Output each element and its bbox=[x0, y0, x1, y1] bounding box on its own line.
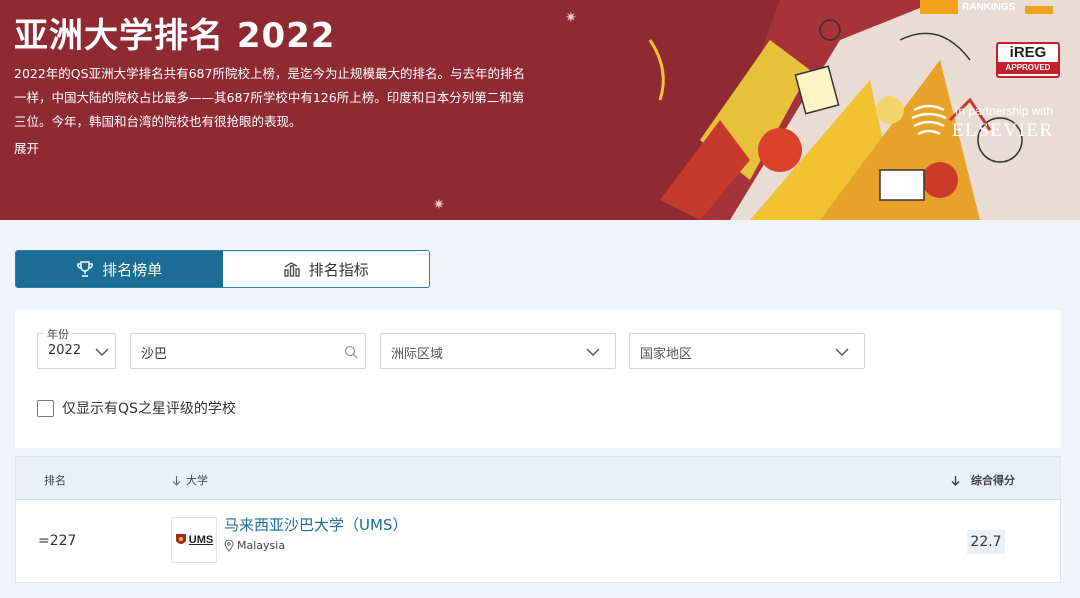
location-pin-icon bbox=[224, 539, 234, 552]
university-logo: UMS bbox=[171, 517, 217, 563]
region-select[interactable]: 洲际区域 bbox=[380, 333, 616, 369]
elsevier-tree-icon bbox=[911, 104, 947, 136]
tab-ranking-indicators[interactable]: 排名指标 bbox=[223, 251, 430, 287]
sort-arrow-icon bbox=[951, 475, 960, 486]
rank-value: =227 bbox=[38, 533, 77, 549]
trophy-icon bbox=[77, 261, 94, 277]
qs-rankings-badge: RANKINGS bbox=[920, 0, 1053, 16]
qs-stars-label: 仅显示有QS之星评级的学校 bbox=[62, 401, 236, 417]
country-select[interactable]: 国家地区 bbox=[629, 333, 865, 369]
table-row[interactable]: =227 UMS 马来西亚沙巴大学（UMS） Malaysia 22.7 bbox=[16, 501, 1060, 583]
filter-panel: 年份 2022 沙巴 洲际区域 国家地区 仅显示有QS之星评级的学校 bbox=[15, 310, 1061, 448]
crest-icon bbox=[175, 534, 186, 544]
partner-text: In partnership with bbox=[955, 104, 1054, 118]
year-legend: 年份 bbox=[44, 326, 72, 342]
tab-label: 排名指标 bbox=[308, 260, 369, 279]
qs-stars-filter: 仅显示有QS之星评级的学校 bbox=[37, 398, 236, 418]
bar-chart-icon bbox=[284, 262, 300, 277]
search-input[interactable]: 沙巴 bbox=[130, 333, 366, 369]
chevron-down-icon bbox=[835, 348, 849, 356]
sparkle-icon: ✷ bbox=[565, 10, 577, 26]
page-title: 亚洲大学排名 2022 bbox=[14, 16, 336, 56]
university-location: Malaysia bbox=[224, 539, 285, 552]
university-name-link[interactable]: 马来西亚沙巴大学（UMS） bbox=[224, 514, 407, 535]
search-icon bbox=[344, 345, 358, 359]
chevron-down-icon bbox=[95, 348, 109, 356]
hero-banner: 亚洲大学排名 2022 2022年的QS亚洲大学排名共有687所院校上榜，是迄今… bbox=[0, 0, 1080, 220]
university-column-header[interactable]: 大学 bbox=[171, 472, 208, 488]
overall-score: 22.7 bbox=[967, 530, 1005, 554]
view-tabs: 排名榜单 排名指标 bbox=[15, 250, 430, 288]
score-column-header[interactable]: 综合得分 bbox=[950, 472, 1015, 488]
year-value: 2022 bbox=[48, 343, 82, 358]
region-placeholder: 洲际区域 bbox=[391, 347, 444, 362]
chevron-down-icon bbox=[586, 348, 600, 356]
ireg-approved-badge: iREG APPROVED bbox=[996, 42, 1060, 78]
sort-arrow-icon bbox=[172, 475, 181, 486]
tab-ranking-list[interactable]: 排名榜单 bbox=[16, 251, 223, 287]
qs-stars-checkbox[interactable] bbox=[37, 399, 54, 417]
ranking-table: 排名 大学 综合得分 =227 UMS 马来西亚沙巴大学（UMS） Malays… bbox=[15, 456, 1061, 583]
table-header: 排名 大学 综合得分 bbox=[16, 457, 1060, 500]
country-placeholder: 国家地区 bbox=[640, 347, 693, 362]
hero-description: 2022年的QS亚洲大学排名共有687所院校上榜，是迄今为止规模最大的排名。与去… bbox=[14, 66, 525, 129]
tab-label: 排名榜单 bbox=[102, 260, 163, 279]
year-select[interactable]: 年份 2022 bbox=[37, 326, 116, 369]
expand-link[interactable]: 展开 bbox=[14, 138, 39, 157]
search-value: 沙巴 bbox=[141, 347, 168, 362]
sparkle-icon: ✷ bbox=[433, 197, 445, 213]
rank-column-header[interactable]: 排名 bbox=[44, 472, 66, 488]
elsevier-logo: ELSEVIER bbox=[952, 120, 1054, 141]
